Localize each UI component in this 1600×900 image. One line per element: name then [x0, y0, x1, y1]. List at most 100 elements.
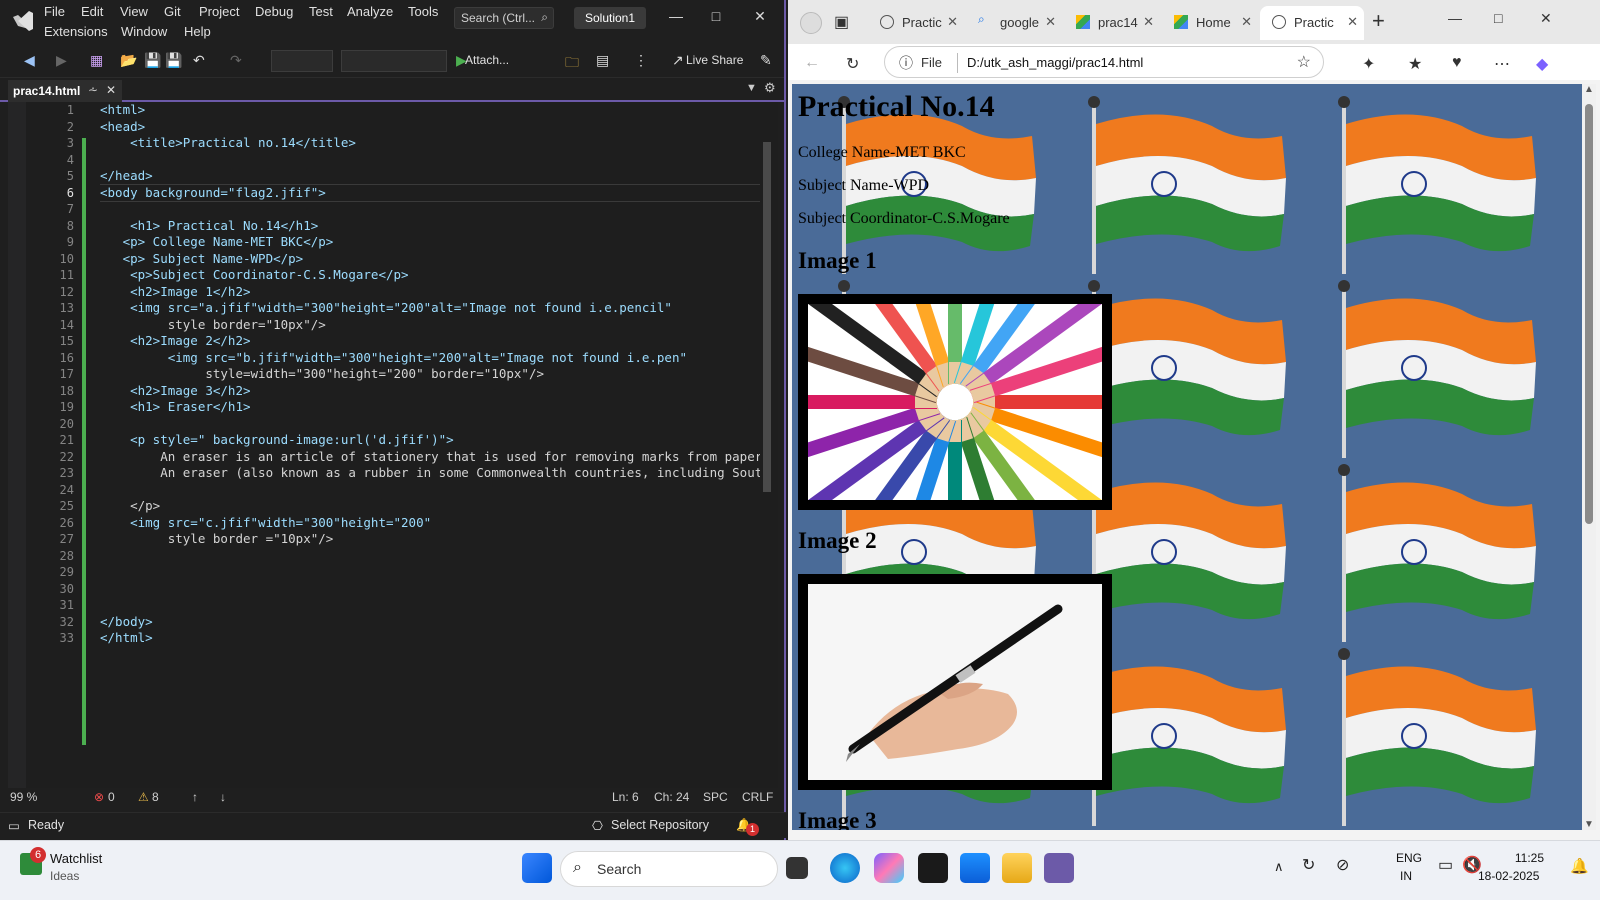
save-all-icon[interactable]: 💾: [165, 52, 182, 69]
platform-dropdown[interactable]: [341, 50, 447, 72]
maximize-icon[interactable]: □: [1494, 10, 1502, 26]
navigate-back-icon[interactable]: ◀: [24, 52, 35, 69]
info-icon[interactable]: ⓘ: [899, 53, 913, 73]
taskbar-search-box[interactable]: ⌕ Search: [560, 851, 778, 887]
whitespace-indicator[interactable]: SPC: [703, 790, 728, 804]
code-line[interactable]: [100, 152, 760, 169]
warning-icon[interactable]: ⚠: [138, 790, 149, 804]
scrollbar-thumb[interactable]: [763, 142, 771, 492]
code-line[interactable]: <p> College Name-MET BKC</p>: [100, 234, 760, 251]
favorites-icon[interactable]: ★: [1408, 54, 1422, 74]
pin-icon[interactable]: ⩪: [88, 83, 98, 97]
code-line[interactable]: <p> Subject Name-WPD</p>: [100, 251, 760, 268]
close-tab-icon[interactable]: ✕: [1143, 14, 1154, 30]
code-line[interactable]: style border ="10px"/>: [100, 531, 760, 548]
attach-button[interactable]: Attach...: [465, 53, 509, 67]
notifications-bell-icon[interactable]: 🔔: [1570, 857, 1589, 875]
copilot-icon[interactable]: ◆: [1536, 54, 1548, 74]
code-line[interactable]: <html>: [100, 102, 760, 119]
menu-help[interactable]: Help: [184, 24, 211, 39]
navigate-forward-icon[interactable]: ▶: [56, 52, 67, 69]
error-icon[interactable]: ⊗: [94, 790, 104, 804]
code-line[interactable]: [100, 201, 760, 218]
browser-tab-3[interactable]: prac14 ✕: [1064, 6, 1160, 40]
code-line[interactable]: <body background="flag2.jfif">: [100, 183, 760, 202]
code-line[interactable]: style border="10px"/>: [100, 317, 760, 334]
live-share-button[interactable]: Live Share: [686, 53, 743, 67]
code-line[interactable]: </html>: [100, 630, 760, 647]
scroll-up-icon[interactable]: ▲: [1584, 84, 1594, 95]
code-line[interactable]: [100, 564, 760, 581]
code-line[interactable]: </body>: [100, 614, 760, 631]
menu-file[interactable]: File: [44, 4, 65, 19]
browser-tab-4[interactable]: Home ✕: [1162, 6, 1258, 40]
menu-view[interactable]: View: [120, 4, 148, 19]
favorite-star-icon[interactable]: ☆: [1297, 52, 1311, 72]
code-line[interactable]: <title>Practical no.14</title>: [100, 135, 760, 152]
code-line[interactable]: </head>: [100, 168, 760, 185]
close-icon[interactable]: ✕: [1540, 10, 1552, 27]
close-tab-icon[interactable]: ✕: [947, 14, 958, 30]
new-tab-icon[interactable]: +: [1372, 8, 1385, 34]
code-line[interactable]: <h2>Image 2</h2>: [100, 333, 760, 350]
edge-taskbar-icon[interactable]: [830, 853, 860, 883]
sync-icon[interactable]: ↻: [1302, 855, 1315, 875]
close-tab-icon[interactable]: ✕: [1045, 14, 1056, 30]
close-tab-icon[interactable]: ✕: [1241, 14, 1252, 30]
redo-icon[interactable]: ↷: [230, 52, 242, 69]
menu-git[interactable]: Git: [164, 4, 181, 19]
next-issue-icon[interactable]: ↓: [220, 790, 226, 804]
close-tab-icon[interactable]: ✕: [1347, 14, 1358, 30]
menu-test[interactable]: Test: [309, 4, 333, 19]
undo-icon[interactable]: ↶: [193, 52, 205, 69]
file-explorer-taskbar-icon[interactable]: [1002, 853, 1032, 883]
back-icon[interactable]: ←: [804, 54, 820, 72]
region-indicator[interactable]: IN: [1400, 869, 1412, 883]
extensions-icon[interactable]: ✦: [1362, 54, 1375, 74]
menu-analyze[interactable]: Analyze: [347, 4, 393, 19]
feedback-icon[interactable]: ✎: [760, 52, 772, 69]
code-line[interactable]: <p>Subject Coordinator-C.S.Mogare</p>: [100, 267, 760, 284]
scroll-down-icon[interactable]: ▼: [1584, 819, 1594, 830]
menu-project[interactable]: Project: [199, 4, 239, 19]
tab-list-icon[interactable]: ▼: [746, 82, 757, 94]
code-line[interactable]: <head>: [100, 119, 760, 136]
browser-tab-5-active[interactable]: Practic ✕: [1260, 6, 1364, 40]
select-repository-button[interactable]: Select Repository: [611, 818, 709, 832]
save-icon[interactable]: 💾: [144, 52, 161, 69]
visual-studio-taskbar-icon[interactable]: [1044, 853, 1074, 883]
line-ending-indicator[interactable]: CRLF: [742, 790, 773, 804]
column-indicator[interactable]: Ch: 24: [654, 790, 689, 804]
zoom-level[interactable]: 99 %: [10, 790, 37, 804]
menu-tools[interactable]: Tools: [408, 4, 438, 19]
code-line[interactable]: </p>: [100, 498, 760, 515]
maximize-icon[interactable]: □: [702, 8, 730, 24]
repository-icon[interactable]: ⎔: [592, 818, 603, 833]
copilot-taskbar-icon[interactable]: [874, 853, 904, 883]
code-line[interactable]: <img src="a.jfif"width="300"height="200"…: [100, 300, 760, 317]
vs-search-box[interactable]: Search (Ctrl... ⌕: [454, 7, 554, 29]
network-off-icon[interactable]: ⊘: [1336, 855, 1349, 875]
new-project-icon[interactable]: ▦: [90, 52, 103, 69]
close-tab-icon[interactable]: ✕: [106, 83, 116, 97]
code-line[interactable]: <img src="b.jfif"width="300"height="200"…: [100, 350, 760, 367]
page-vertical-scrollbar[interactable]: ▲ ▼: [1582, 84, 1596, 830]
code-line[interactable]: An eraser is an article of stationery th…: [100, 449, 760, 466]
tab-prac14-html[interactable]: prac14.html ⩪ ✕: [8, 80, 122, 102]
browser-essentials-icon[interactable]: ♥: [1452, 54, 1462, 72]
scrollbar-thumb[interactable]: [1585, 104, 1593, 524]
code-line[interactable]: [100, 581, 760, 598]
code-line[interactable]: style=width="300"height="200" border="10…: [100, 366, 760, 383]
settings-gear-icon[interactable]: ⚙: [764, 80, 776, 96]
refresh-icon[interactable]: ↻: [846, 54, 859, 74]
code-line[interactable]: <img src="c.jfif"width="300"height="200": [100, 515, 760, 532]
browser-tab-1[interactable]: Practic ✕: [868, 6, 964, 40]
code-line[interactable]: [100, 416, 760, 433]
code-line[interactable]: An eraser (also known as a rubber in som…: [100, 465, 760, 482]
warning-count[interactable]: 8: [152, 790, 159, 804]
profile-avatar-icon[interactable]: [800, 12, 822, 34]
code-line[interactable]: [100, 548, 760, 565]
code-line[interactable]: [100, 482, 760, 499]
editor-vertical-scrollbar[interactable]: [760, 102, 774, 797]
minimize-icon[interactable]: —: [1448, 10, 1462, 26]
